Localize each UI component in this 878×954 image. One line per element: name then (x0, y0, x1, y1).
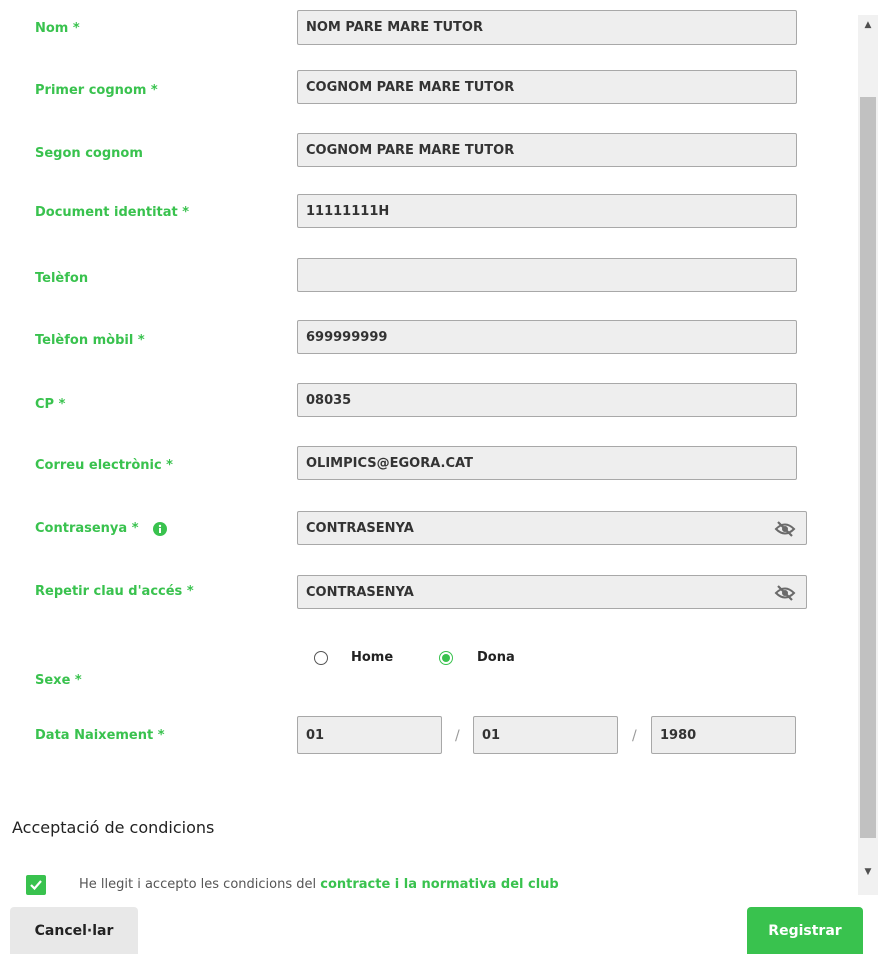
document-identitat-field[interactable] (297, 194, 797, 228)
eye-slash-icon[interactable] (774, 584, 796, 602)
scroll-thumb[interactable] (860, 97, 876, 838)
repetir-clau-label: Repetir clau d'accés * (35, 584, 194, 599)
nom-field[interactable] (297, 10, 797, 45)
date-separator: / (632, 728, 637, 744)
contrasenya-input[interactable] (306, 520, 746, 536)
birth-month-field[interactable] (473, 716, 618, 754)
scroll-up-arrow[interactable]: ▲ (858, 20, 878, 36)
conditions-text: He llegit i accepto les condicions del (79, 877, 317, 892)
primer-cognom-label: Primer cognom * (35, 83, 158, 98)
nom-input[interactable] (306, 20, 788, 35)
scroll-down-arrow[interactable]: ▼ (858, 867, 878, 883)
repetir-clau-input[interactable] (306, 584, 746, 600)
correu-electronic-field[interactable] (297, 446, 797, 480)
segon-cognom-input[interactable] (306, 142, 788, 158)
conditions-checkbox[interactable] (26, 875, 46, 895)
nom-label: Nom * (35, 21, 80, 36)
birth-year-field[interactable] (651, 716, 796, 754)
sex-option-home[interactable]: Home (314, 650, 393, 665)
contrasenya-label-text: Contrasenya * (35, 521, 139, 536)
radio-dona-label: Dona (477, 650, 515, 665)
sex-option-dona[interactable]: Dona (439, 650, 515, 665)
conditions-text-row: He llegit i accepto les condicions del c… (79, 877, 559, 892)
sexe-label: Sexe * (35, 673, 82, 688)
correu-electronic-input[interactable] (306, 455, 788, 471)
telefon-label: Telèfon (35, 271, 89, 286)
conditions-link[interactable]: contracte i la normativa del club (320, 877, 558, 892)
telefon-mobil-field[interactable] (297, 320, 797, 354)
contrasenya-label: Contrasenya * (35, 521, 167, 536)
primer-cognom-field[interactable] (297, 70, 797, 104)
contrasenya-field[interactable] (297, 511, 807, 545)
cp-label: CP * (35, 397, 66, 412)
scrollbar[interactable]: ▲ ▼ (858, 15, 878, 895)
birth-month-input[interactable] (482, 727, 609, 743)
cp-field[interactable] (297, 383, 797, 417)
info-icon[interactable] (152, 521, 167, 536)
segon-cognom-label: Segon cognom (35, 146, 143, 161)
birth-day-input[interactable] (306, 727, 433, 743)
conditions-title: Acceptació de condicions (12, 818, 215, 837)
correu-electronic-label: Correu electrònic * (35, 458, 173, 473)
radio-home-label: Home (351, 650, 394, 665)
document-identitat-label: Document identitat * (35, 205, 190, 220)
radio-home[interactable] (314, 650, 328, 665)
register-button[interactable]: Registrar (747, 907, 863, 954)
radio-dona[interactable] (439, 650, 453, 665)
date-separator: / (455, 728, 460, 744)
telefon-mobil-label: Telèfon mòbil * (35, 333, 145, 348)
checkmark-icon (30, 880, 42, 891)
telefon-mobil-input[interactable] (306, 329, 788, 345)
eye-slash-icon[interactable] (774, 520, 796, 538)
telefon-field[interactable] (297, 258, 797, 292)
telefon-input[interactable] (306, 267, 788, 283)
cp-input[interactable] (306, 392, 788, 408)
repetir-clau-field[interactable] (297, 575, 807, 609)
primer-cognom-input[interactable] (306, 79, 788, 95)
segon-cognom-field[interactable] (297, 133, 797, 167)
birth-year-input[interactable] (660, 727, 787, 743)
data-naixement-label: Data Naixement * (35, 728, 165, 743)
birth-day-field[interactable] (297, 716, 442, 754)
document-identitat-input[interactable] (306, 203, 788, 219)
cancel-button[interactable]: Cancel·lar (10, 907, 138, 954)
